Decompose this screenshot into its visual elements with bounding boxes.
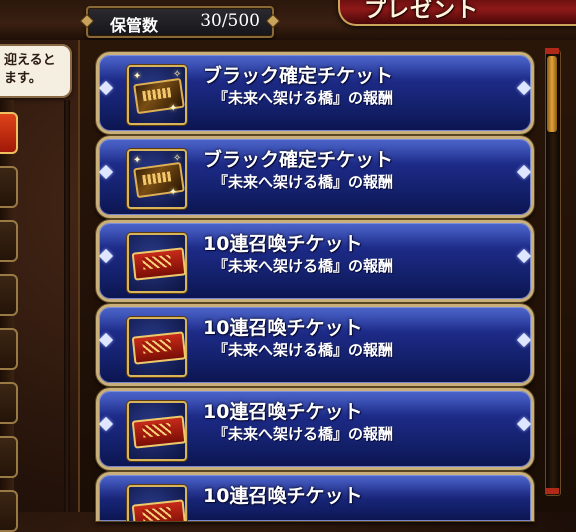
scrollbar-bottom-cap xyxy=(545,488,559,494)
ticket-graphic xyxy=(131,415,187,449)
item-description: 『未来へ架ける橋』の報酬 xyxy=(213,257,394,275)
gem-ornament-icon xyxy=(516,164,531,180)
item-name: 10連召喚チケット xyxy=(203,485,363,507)
ticket-graphic xyxy=(131,247,187,281)
speech-bubble: 迎えると ます。 xyxy=(0,44,72,98)
summon-ticket-icon xyxy=(127,485,187,521)
side-tab[interactable] xyxy=(0,382,18,424)
present-item[interactable]: ✦ ✦ ✧ ブラック確定チケット 『未来へ架ける橋』の報酬 xyxy=(96,136,534,218)
sparkle-icon: ✦ xyxy=(133,155,142,166)
side-tab[interactable] xyxy=(0,166,18,208)
item-description: 『未来へ架ける橋』の報酬 xyxy=(213,425,394,443)
gem-ornament-icon xyxy=(99,248,114,264)
storage-count-bar: 保管数 30/500 xyxy=(81,6,279,38)
gem-ornament-icon xyxy=(99,332,114,348)
summon-ticket-icon xyxy=(127,401,187,461)
page-title: プレゼント xyxy=(364,0,480,23)
item-description: 『未来へ架ける橋』の報酬 xyxy=(213,89,394,107)
sparkle-icon: ✧ xyxy=(173,153,182,164)
item-description: 『未来へ架ける橋』の報酬 xyxy=(213,341,394,359)
sparkle-icon: ✦ xyxy=(169,187,178,198)
scrollbar-thumb[interactable] xyxy=(547,56,557,132)
side-tab[interactable] xyxy=(0,328,18,370)
side-tab[interactable] xyxy=(0,490,18,532)
panel-divider xyxy=(64,100,70,512)
summon-ticket-icon xyxy=(127,233,187,293)
sparkle-icon: ✦ xyxy=(133,71,142,82)
title-banner: プレゼント xyxy=(338,0,576,26)
side-tab-active[interactable] xyxy=(0,112,18,154)
sparkle-icon: ✧ xyxy=(173,69,182,80)
ticket-graphic xyxy=(131,499,187,521)
item-description: 『未来へ架ける橋』の報酬 xyxy=(213,173,394,191)
gem-ornament-icon xyxy=(516,416,531,432)
item-name: ブラック確定チケット xyxy=(203,149,394,171)
present-item[interactable]: 10連召喚チケット 『未来へ架ける橋』の報酬 xyxy=(96,388,534,470)
present-item[interactable]: 10連召喚チケット 『未来へ架ける橋』の報酬 xyxy=(96,220,534,302)
item-name: 10連召喚チケット xyxy=(203,401,363,423)
gem-ornament-icon xyxy=(516,332,531,348)
gem-ornament-icon xyxy=(99,80,114,96)
gem-ornament-icon xyxy=(99,164,114,180)
side-tab[interactable] xyxy=(0,436,18,478)
side-tab[interactable] xyxy=(0,220,18,262)
present-item[interactable]: 10連召喚チケット xyxy=(96,472,534,521)
summon-ticket-icon xyxy=(127,317,187,377)
speech-text: 迎えると ます。 xyxy=(4,53,56,86)
ticket-graphic xyxy=(131,331,187,365)
sparkle-icon: ✦ xyxy=(169,103,178,114)
present-item[interactable]: ✦ ✦ ✧ ブラック確定チケット 『未来へ架ける橋』の報酬 xyxy=(96,52,534,134)
item-name: 10連召喚チケット xyxy=(203,233,363,255)
storage-label: 保管数 xyxy=(110,16,159,35)
item-name: 10連召喚チケット xyxy=(203,317,363,339)
black-ticket-icon: ✦ ✦ ✧ xyxy=(127,65,187,125)
storage-value: 30/500 xyxy=(200,11,260,31)
scrollbar-top-cap xyxy=(545,48,559,54)
gem-ornament-icon xyxy=(99,416,114,432)
black-ticket-icon: ✦ ✦ ✧ xyxy=(127,149,187,209)
gem-ornament-icon xyxy=(516,248,531,264)
item-name: ブラック確定チケット xyxy=(203,65,394,87)
side-tab[interactable] xyxy=(0,274,18,316)
gem-ornament-icon xyxy=(516,80,531,96)
present-item[interactable]: 10連召喚チケット 『未来へ架ける橋』の報酬 xyxy=(96,304,534,386)
